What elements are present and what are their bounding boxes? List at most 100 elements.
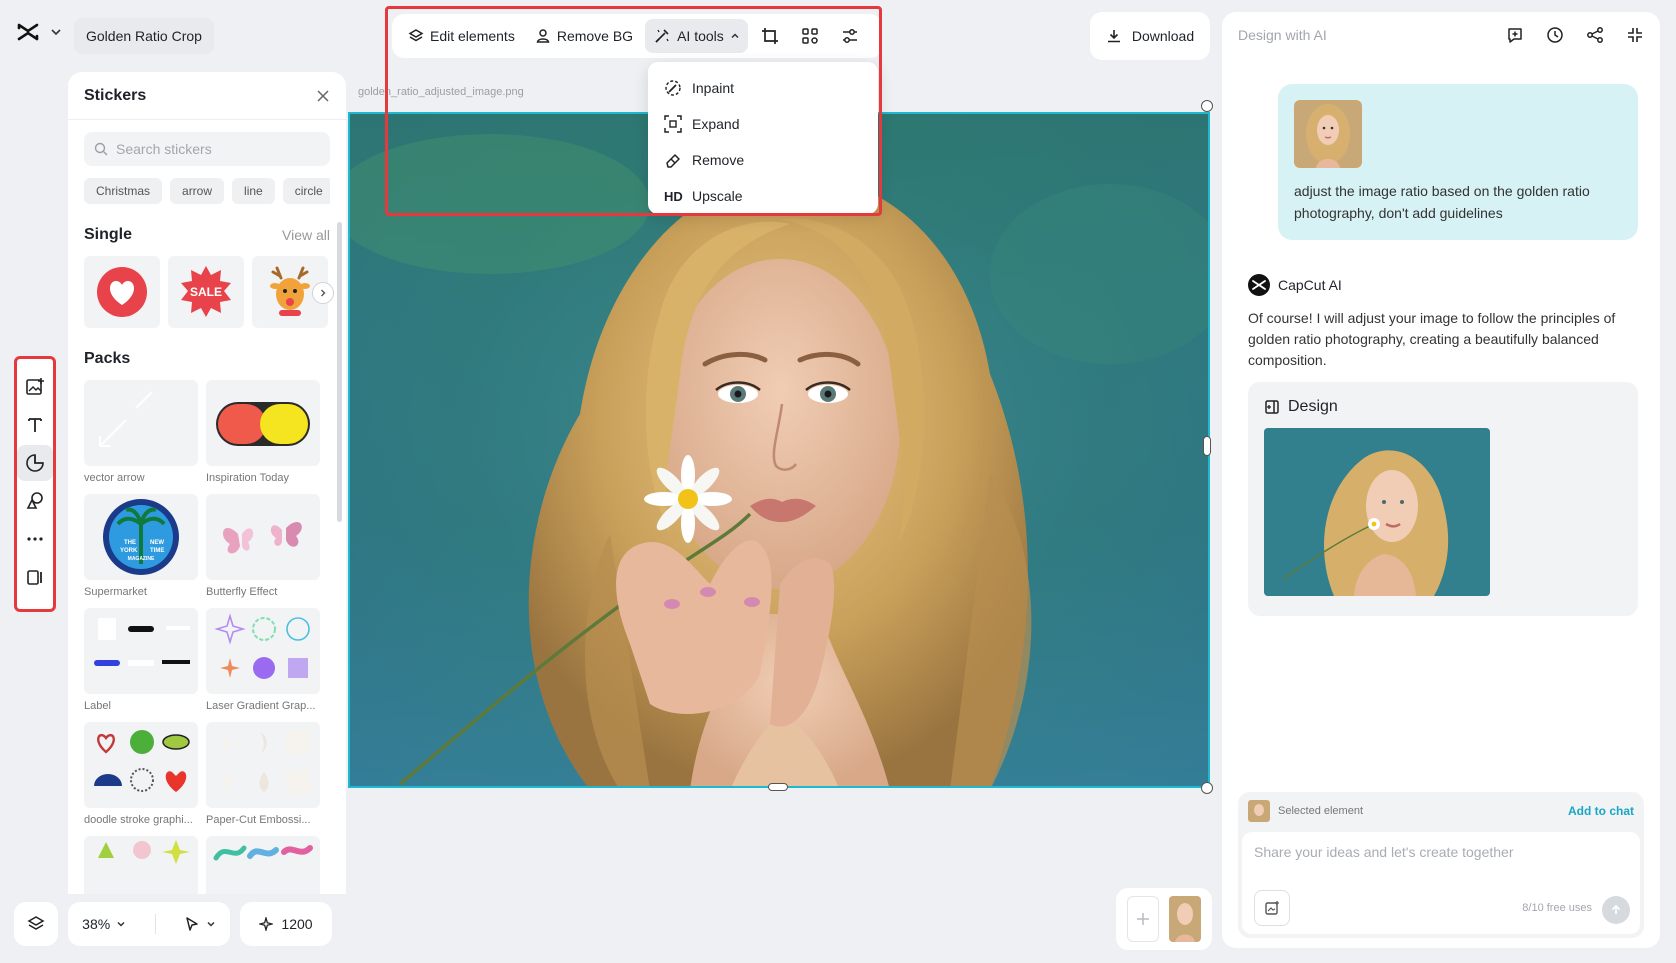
- sliders-icon: [841, 27, 859, 45]
- resize-handle-bottom[interactable]: [768, 783, 788, 791]
- layers-button[interactable]: [14, 902, 58, 946]
- download-label: Download: [1131, 28, 1195, 44]
- sticker-heart[interactable]: [84, 256, 160, 328]
- sticker-search[interactable]: [84, 132, 330, 166]
- attach-image-button[interactable]: [1254, 890, 1290, 926]
- project-name[interactable]: Golden Ratio Crop: [74, 18, 214, 54]
- crop-icon: [761, 27, 779, 45]
- menu-item-expand[interactable]: Expand: [648, 106, 878, 142]
- chip-circle[interactable]: circle: [282, 178, 330, 204]
- menu-item-label: Remove: [692, 152, 745, 168]
- edit-elements-label: Edit elements: [430, 28, 515, 44]
- zoom-select[interactable]: 38%: [82, 916, 126, 932]
- pack-thumb: [206, 380, 320, 466]
- layers-icon: [27, 915, 45, 933]
- bot-message-text: Of course! I will adjust your image to f…: [1248, 310, 1616, 368]
- ai-tools-button[interactable]: AI tools: [645, 19, 748, 53]
- pack-item[interactable]: Paper-Cut Embossi...: [206, 722, 320, 826]
- pack-item[interactable]: Inspiration Today: [206, 380, 320, 484]
- eraser-icon: [664, 151, 682, 169]
- pack-item[interactable]: [206, 836, 320, 894]
- pack-item[interactable]: THE NEW YORK TIME MAGAZINE Supermarket: [84, 494, 198, 598]
- chat-input[interactable]: [1254, 844, 1624, 874]
- pack-item[interactable]: vector arrow: [84, 380, 198, 484]
- pack-item[interactable]: Label: [84, 608, 198, 712]
- image-add-icon: [1264, 900, 1280, 916]
- capcut-logo-icon: [16, 20, 40, 44]
- remove-bg-button[interactable]: Remove BG: [527, 19, 641, 53]
- plus-icon: [1135, 911, 1151, 927]
- arrange-button[interactable]: [792, 19, 828, 53]
- menu-item-label: Upscale: [692, 188, 743, 204]
- chip-line[interactable]: line: [232, 178, 275, 204]
- magazine-word: YORK: [120, 548, 138, 554]
- history-icon[interactable]: [1546, 26, 1564, 44]
- chip-arrow[interactable]: arrow: [170, 178, 225, 204]
- crop-button[interactable]: [752, 19, 788, 53]
- chevron-up-icon: [730, 31, 740, 41]
- collapse-icon[interactable]: [1626, 26, 1644, 44]
- ai-tools-menu: Inpaint Expand Remove HD Upscale: [648, 62, 878, 214]
- chevron-right-icon[interactable]: [312, 282, 334, 304]
- panel-scrollbar[interactable]: [337, 222, 342, 522]
- send-button[interactable]: [1602, 896, 1630, 924]
- download-icon: [1106, 28, 1122, 44]
- page-thumbnail[interactable]: [1169, 896, 1201, 942]
- download-button[interactable]: Download: [1090, 12, 1210, 60]
- chevron-down-icon: [206, 919, 216, 929]
- ai-tools-label: AI tools: [677, 28, 724, 44]
- design-thumbnail[interactable]: [1264, 428, 1490, 596]
- rail-stickers[interactable]: [17, 445, 53, 481]
- edit-elements-button[interactable]: Edit elements: [400, 19, 523, 53]
- ai-panel-title: Design with AI: [1238, 27, 1327, 43]
- menu-item-inpaint[interactable]: Inpaint: [648, 70, 878, 106]
- pack-thumb: THE NEW YORK TIME MAGAZINE: [84, 494, 198, 580]
- share-icon[interactable]: [1586, 26, 1604, 44]
- credits-button[interactable]: 1200: [240, 902, 332, 946]
- panel-toggle-icon: [25, 567, 45, 587]
- resize-handle-right[interactable]: [1203, 436, 1211, 456]
- rail-text[interactable]: [17, 407, 53, 443]
- sale-text: SALE: [190, 285, 222, 299]
- add-page-button[interactable]: [1127, 896, 1159, 942]
- pointer-mode-select[interactable]: [184, 916, 216, 932]
- search-icon: [94, 142, 108, 156]
- view-all-link[interactable]: View all: [282, 227, 330, 243]
- pack-label: Supermarket: [84, 586, 147, 598]
- rail-elements[interactable]: [17, 483, 53, 519]
- resize-handle-bottom-right[interactable]: [1201, 782, 1213, 794]
- pack-item[interactable]: [84, 836, 198, 894]
- pack-item[interactable]: doodle stroke graphi...: [84, 722, 198, 826]
- design-result-card[interactable]: Design: [1248, 382, 1638, 616]
- arrow-up-icon: [1610, 904, 1622, 916]
- sticker-sale[interactable]: SALE: [168, 256, 244, 328]
- menu-item-label: Expand: [692, 116, 740, 132]
- adjust-button[interactable]: [832, 19, 868, 53]
- selected-thumb: [1248, 800, 1270, 822]
- menu-item-remove[interactable]: Remove: [648, 142, 878, 178]
- chevron-down-icon: [116, 919, 126, 929]
- chip-christmas[interactable]: Christmas: [84, 178, 163, 204]
- packs-grid: vector arrow Inspiration Today THE NEW Y…: [84, 380, 330, 894]
- close-icon[interactable]: [316, 89, 330, 103]
- add-to-chat-button[interactable]: Add to chat: [1568, 804, 1634, 818]
- pack-thumb: [206, 494, 320, 580]
- rail-brand[interactable]: [17, 559, 53, 595]
- chat-input-box: 8/10 free uses: [1242, 832, 1640, 934]
- pack-item[interactable]: Laser Gradient Grap...: [206, 608, 320, 712]
- sticker-search-input[interactable]: [116, 141, 316, 157]
- packs-section-header: Packs: [84, 350, 330, 368]
- ai-chat-panel: Design with AI adjust the image ratio ba…: [1222, 12, 1660, 948]
- pack-item[interactable]: Butterfly Effect: [206, 494, 320, 598]
- canvas-file-name: golden_ratio_adjusted_image.png: [358, 86, 524, 98]
- stickers-header: Stickers: [68, 72, 346, 120]
- new-chat-icon[interactable]: [1506, 26, 1524, 44]
- menu-item-upscale[interactable]: HD Upscale: [648, 178, 878, 214]
- resize-handle-top-right[interactable]: [1201, 100, 1213, 112]
- attached-image-thumb[interactable]: [1294, 100, 1362, 168]
- rail-more[interactable]: [17, 521, 53, 557]
- rail-upload-image[interactable]: [17, 369, 53, 405]
- magazine-word: THE: [124, 540, 136, 546]
- app-logo-menu[interactable]: [16, 20, 62, 44]
- cursor-icon: [184, 916, 200, 932]
